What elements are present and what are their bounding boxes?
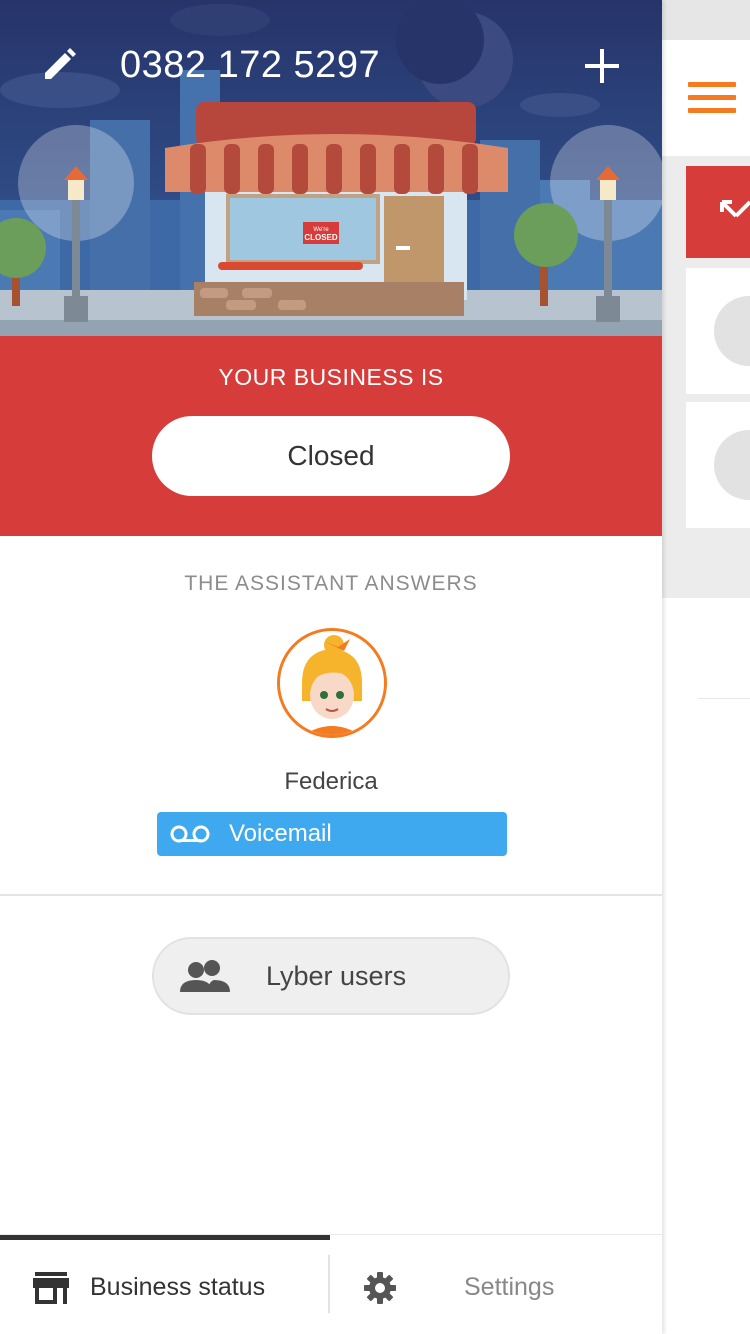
background-screen: [662, 0, 750, 1334]
pencil-icon: [45, 48, 76, 79]
phone-number: 0382 172 5297: [120, 44, 381, 86]
edit-button[interactable]: [34, 40, 84, 90]
shop-illustration: We're CLOSED 0382 172 5297: [0, 0, 662, 336]
business-drawer: We're CLOSED 0382 172 5297 YOUR BUSINESS…: [0, 0, 662, 1334]
plus-icon: [585, 49, 619, 83]
voicemail-mode-button[interactable]: Voicemail: [157, 812, 507, 856]
tab-settings-label: Settings: [464, 1273, 555, 1301]
background-list: [662, 156, 750, 598]
background-status-strip: [662, 0, 750, 40]
background-red-card[interactable]: [686, 166, 750, 258]
svg-text:CLOSED: CLOSED: [304, 233, 338, 242]
assistant-section-label: THE ASSISTANT ANSWERS: [184, 572, 478, 595]
lyber-users-button[interactable]: Lyber users: [152, 937, 510, 1015]
drawer-header: 0382 172 5297: [0, 30, 662, 100]
hamburger-icon[interactable]: [688, 82, 736, 116]
background-list-item[interactable]: [686, 268, 750, 394]
tab-business-status-label: Business status: [90, 1273, 266, 1301]
lyber-users-label: Lyber users: [266, 960, 407, 991]
background-list-item[interactable]: [686, 402, 750, 528]
add-number-button[interactable]: [576, 40, 628, 92]
voicemail-icon: [169, 824, 211, 844]
background-divider: [698, 698, 750, 699]
users-icon: [178, 958, 232, 994]
voicemail-label: Voicemail: [229, 820, 332, 847]
assistant-avatar[interactable]: [277, 628, 387, 738]
status-label: YOUR BUSINESS IS: [218, 364, 444, 390]
tab-business-status[interactable]: Business status: [0, 1240, 328, 1334]
tab-settings[interactable]: Settings: [330, 1240, 662, 1334]
bottom-tab-bar: Business status Settings: [0, 1234, 662, 1334]
section-divider: [0, 894, 662, 896]
business-status-toggle[interactable]: Closed: [152, 416, 510, 496]
assistant-name: Federica: [284, 768, 378, 795]
assistant-face-icon: [280, 631, 384, 735]
store-icon: [30, 1268, 72, 1308]
business-status-panel: YOUR BUSINESS IS Closed: [0, 336, 662, 536]
gear-icon: [360, 1268, 400, 1308]
collapse-icon: [720, 200, 750, 218]
